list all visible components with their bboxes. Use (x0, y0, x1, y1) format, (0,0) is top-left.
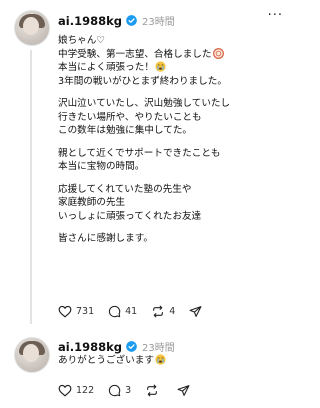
text-line: 3年間の戦いがひとまず終わりました。 (58, 75, 227, 87)
text-line: 皆さんに感謝します。 (58, 233, 153, 244)
text-line: 家庭教師の先生 (58, 197, 126, 208)
round-seal-emoji (212, 47, 224, 59)
comment-bubble-icon (109, 384, 121, 397)
verified-badge-icon (126, 341, 137, 352)
post-timestamp: 23時間 (141, 17, 175, 28)
crying-face-emoji (155, 354, 166, 365)
post-header: ai.1988kg 23時間 (58, 13, 175, 29)
repost-button[interactable]: 4 (151, 305, 175, 318)
post-actions: 731 41 4 (58, 305, 220, 318)
avatar[interactable] (14, 337, 50, 373)
comment-count: 3 (125, 385, 132, 396)
repost-icon (147, 384, 158, 397)
comment-bubble-icon (109, 305, 121, 318)
share-paper-plane-icon (177, 385, 190, 396)
repost-icon (153, 305, 164, 318)
like-button[interactable]: 122 (58, 384, 94, 397)
text-line: 中学受験、第一志望、合格しました (58, 48, 212, 60)
paragraph: 娘ちゃん♡ 中学受験、第一志望、合格しました 本当によく頑張った！ 3年間の戦い… (58, 34, 290, 88)
heart-icon (58, 305, 72, 318)
text-line: 本当によく頑張った！ (58, 62, 154, 73)
text-line: 沢山泣いていたし、沢山勉強していたし (58, 98, 231, 109)
text-line: 応援してくれていた塾の先生や (58, 183, 192, 195)
like-count: 122 (76, 385, 95, 396)
username[interactable]: ai.1988kg (58, 14, 122, 28)
post-actions: 122 3 (58, 384, 208, 397)
text-line: 親として近くでサポートできたことも (58, 147, 221, 159)
text-line: 娘ちゃん♡ (58, 35, 105, 46)
paragraph: 皆さんに感謝します。 (58, 232, 290, 246)
more-options-icon[interactable]: ··· (268, 8, 283, 23)
verified-badge-icon (126, 15, 137, 26)
share-paper-plane-icon (189, 306, 202, 317)
post-body: 娘ちゃん♡ 中学受験、第一志望、合格しました 本当によく頑張った！ 3年間の戦い… (58, 34, 290, 255)
comment-button[interactable]: 3 (108, 384, 131, 397)
share-button[interactable] (189, 305, 206, 318)
thread-connector-line (30, 50, 32, 324)
repost-button[interactable] (145, 384, 163, 397)
post-header: ai.1988kg 23時間 (58, 339, 175, 355)
like-button[interactable]: 731 (58, 305, 94, 318)
paragraph: 応援してくれていた塾の先生や 家庭教師の先生 いっしょに頑張ってくれたお友達 (58, 183, 290, 224)
avatar[interactable] (14, 10, 50, 46)
text-line: 本当に宝物の時間。 (58, 161, 145, 172)
comment-button[interactable]: 41 (108, 305, 137, 318)
text-line: 行きたい場所や、やりたいことも (58, 111, 202, 123)
heart-icon (58, 384, 72, 397)
repost-count: 4 (169, 306, 176, 317)
share-button[interactable] (177, 384, 194, 397)
crying-face-emoji (155, 61, 166, 72)
post-body: ありがとうございます (58, 354, 290, 368)
paragraph: 沢山泣いていたし、沢山勉強していたし 行きたい場所や、やりたいことも この数年は… (58, 97, 290, 138)
post-timestamp: 23時間 (141, 343, 175, 354)
text-line: いっしょに頑張ってくれたお友達 (58, 210, 202, 222)
text-line: この数年は勉強に集中してた。 (58, 125, 193, 136)
like-count: 731 (76, 306, 95, 317)
username[interactable]: ai.1988kg (58, 340, 122, 354)
comment-count: 41 (125, 306, 138, 317)
text-line: ありがとうございます (58, 355, 154, 366)
paragraph: 親として近くでサポートできたことも 本当に宝物の時間。 (58, 147, 290, 174)
